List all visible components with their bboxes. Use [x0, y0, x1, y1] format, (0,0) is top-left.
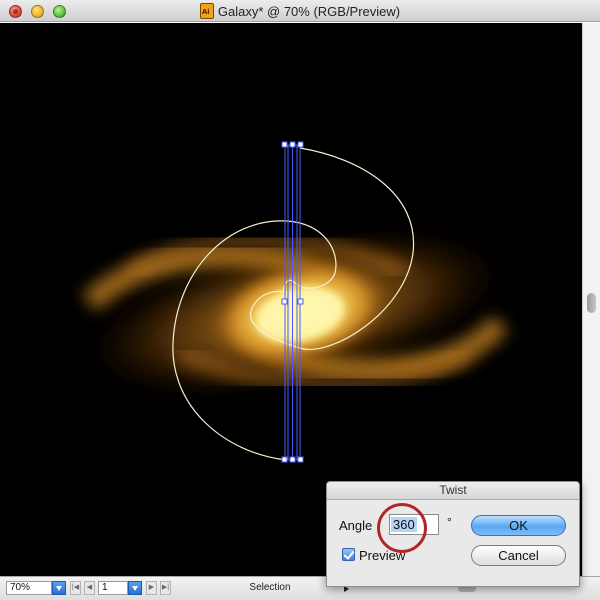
- checkbox-icon[interactable]: [342, 548, 355, 561]
- cancel-button[interactable]: Cancel: [471, 545, 566, 566]
- artboard-dropdown-icon[interactable]: [128, 581, 142, 595]
- degree-symbol: °: [447, 515, 452, 529]
- nav-prev-icon[interactable]: ◀: [84, 581, 95, 595]
- window-title-group: Ai Galaxy* @ 70% (RGB/Preview): [0, 3, 600, 19]
- angle-label: Angle: [339, 518, 373, 533]
- zoom-level-field[interactable]: 70%: [6, 581, 52, 595]
- nav-first-icon[interactable]: |◀: [70, 581, 81, 595]
- angle-value: 360: [391, 517, 417, 532]
- vertical-scrollbar[interactable]: [582, 23, 600, 576]
- preview-label[interactable]: Preview: [359, 548, 405, 563]
- nav-next-icon[interactable]: ▶: [146, 581, 157, 595]
- dropdown-arrow-icon[interactable]: [52, 581, 66, 595]
- title-bar: Ai Galaxy* @ 70% (RGB/Preview): [0, 0, 600, 22]
- angle-input[interactable]: 360: [389, 514, 439, 535]
- artboard-number-field[interactable]: 1: [98, 581, 128, 595]
- illustrator-document-icon: Ai: [199, 3, 214, 19]
- twist-dialog: Twist Angle 360 ° Preview OK Cancel: [326, 481, 580, 587]
- window-title: Galaxy* @ 70% (RGB/Preview): [217, 4, 401, 19]
- ok-button[interactable]: OK: [471, 515, 566, 536]
- dialog-title: Twist: [327, 482, 579, 500]
- vertical-scroll-thumb[interactable]: [587, 293, 596, 313]
